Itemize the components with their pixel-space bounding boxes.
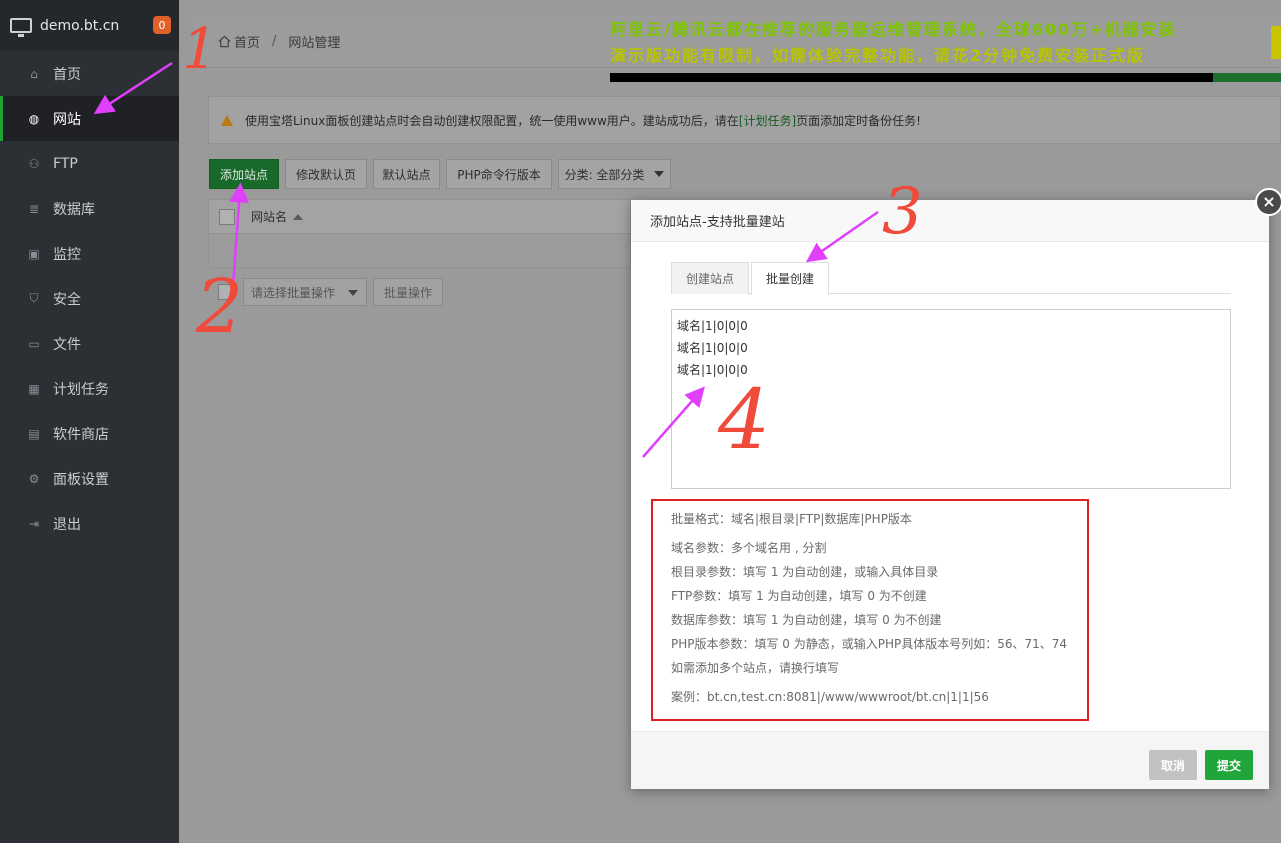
chevron-down-icon [654,171,665,177]
warning-icon [221,114,233,126]
breadcrumb: 首页 / 网站管理 [218,32,340,51]
home-icon [218,35,231,48]
help-multi: 如需添加多个站点，请换行填写 [671,661,840,675]
help-ftp: FTP参数：填写 1 为自动创建，填写 0 为不创建 [671,589,927,603]
promo-line-1: 阿里云/腾讯云都在推荐的服务器运维管理系统，全球600万+机器安装 [610,20,1177,39]
php-cli-version-button[interactable]: PHP命令行版本 [446,159,552,189]
sidebar-item-0[interactable]: ⌂ 首页 [0,51,179,96]
sidebar-item-label: 网站 [53,111,81,128]
host-name: demo.bt.cn [40,17,120,34]
add-site-dialog: 添加站点-支持批量建站 创建站点 批量创建 批量格式：域名|根目录|FTP|数据… [631,200,1269,789]
notice-text: 使用宝塔Linux面板创建站点时会自动创建权限配置，统一使用www用户。建站成功… [245,113,921,128]
sites-table-body [208,234,631,268]
batch-help-box: 批量格式：域名|根目录|FTP|数据库|PHP版本 域名参数：多个域名用 , 分… [651,499,1089,721]
breadcrumb-home[interactable]: 首页 [234,32,260,51]
help-root: 根目录参数：填写 1 为自动创建，或输入具体目录 [671,565,939,579]
help-database: 数据库参数：填写 1 为自动创建，填写 0 为不创建 [671,613,942,627]
help-domain: 域名参数：多个域名用 , 分割 [671,541,827,555]
sidebar-item-label: 文件 [53,336,81,353]
select-all-checkbox[interactable] [219,208,235,225]
monitor-chart-icon: ▣ [28,246,40,261]
help-example: 案例：bt.cn,test.cn:8081|/www/wwwroot/bt.cn… [671,690,989,704]
shield-icon: ⛉ [29,291,39,305]
database-icon: ≣ [28,201,40,216]
default-site-button[interactable]: 默认站点 [373,159,440,189]
sidebar-item-1[interactable]: ◍ 网站 [0,96,179,141]
sidebar-item-6[interactable]: ▭ 文件 [0,321,179,366]
chevron-down-icon [348,290,358,296]
dialog-footer: 取消 提交 [631,731,1269,789]
monitor-icon [10,18,32,37]
tab-batch-create[interactable]: 批量创建 [751,262,830,295]
sidebar-item-7[interactable]: ▦ 计划任务 [0,366,179,411]
gear-icon: ⚙ [28,471,40,486]
sidebar-item-label: 首页 [53,66,81,83]
sidebar-item-5[interactable]: ⛉ 安全 [0,276,179,321]
sidebar-item-8[interactable]: ▤ 软件商店 [0,411,179,456]
sidebar-item-10[interactable]: ⇥ 退出 [0,501,179,546]
sites-table-header: 网站名 [208,199,631,234]
promo-banner: 阿里云/腾讯云都在推荐的服务器运维管理系统，全球600万+机器安装 演示版功能有… [610,17,1177,69]
sidebar-brand[interactable]: demo.bt.cn 0 [0,0,179,51]
sort-asc-icon[interactable] [293,213,304,220]
step-number-2: 2 [196,264,244,350]
logout-icon: ⇥ [28,516,40,531]
add-site-button[interactable]: 添加站点 [209,159,279,189]
help-php: PHP版本参数：填写 0 为静态，或输入PHP具体版本号列如：56、71、74 [671,637,1068,651]
sidebar-item-4[interactable]: ▣ 监控 [0,231,179,276]
dialog-title: 添加站点-支持批量建站 [631,200,1269,242]
home-icon: ⌂ [30,66,38,81]
notice-link[interactable]: [计划任务] [739,114,796,128]
sidebar-item-label: 监控 [53,246,81,263]
calendar-icon: ▦ [28,381,40,396]
sidebar-item-label: 面板设置 [53,471,109,488]
sidebar-item-9[interactable]: ⚙ 面板设置 [0,456,179,501]
submit-button[interactable]: 提交 [1205,750,1253,780]
dialog-tabs: 创建站点 批量创建 [671,262,1231,295]
breadcrumb-separator: / [272,34,277,49]
promo-chip [1271,26,1281,59]
breadcrumb-current: 网站管理 [288,36,341,51]
notice-bar: 使用宝塔Linux面板创建站点时会自动创建权限配置，统一使用www用户。建站成功… [208,96,1281,144]
ftp-icon: ⚇ [28,156,40,171]
sidebar-item-label: FTP [53,155,78,172]
cancel-button[interactable]: 取消 [1149,750,1197,780]
edit-default-page-button[interactable]: 修改默认页 [285,159,367,189]
sidebar-item-label: 数据库 [53,201,95,218]
sidebar-item-2[interactable]: ⚇ FTP [0,141,179,186]
batch-action-button[interactable]: 批量操作 [373,278,443,306]
step-number-3: 3 [882,175,923,249]
sidebar: demo.bt.cn 0 ⌂ 首页 ◍ 网站 ⚇ FTP ≣ 数据库 ▣ 监控 ⛉ 安全 ▭ 文件 ▦ 计划任… [0,0,179,843]
folder-icon: ▭ [28,336,40,351]
grid-icon: ▤ [28,426,40,441]
tab-create-site[interactable]: 创建站点 [671,262,750,294]
promo-line-2: 演示版功能有限制，如需体验完整功能，请花2分钟免费安装正式版 [610,46,1146,65]
sidebar-item-label: 计划任务 [53,381,109,398]
help-format: 批量格式：域名|根目录|FTP|数据库|PHP版本 [671,512,912,526]
category-select[interactable]: 分类: 全部分类 [558,159,671,189]
batch-action-select[interactable]: 请选择批量操作 [243,278,367,306]
step-number-1: 1 [182,17,218,82]
notification-badge[interactable]: 0 [153,16,171,34]
globe-icon: ◍ [28,111,40,126]
close-icon[interactable]: × [1255,188,1281,216]
step-number-4: 4 [718,373,771,468]
sidebar-item-label: 退出 [53,516,81,533]
col-site-name[interactable]: 网站名 [251,208,287,225]
sidebar-item-label: 软件商店 [53,426,109,443]
sidebar-item-label: 安全 [53,291,81,308]
sidebar-item-3[interactable]: ≣ 数据库 [0,186,179,231]
